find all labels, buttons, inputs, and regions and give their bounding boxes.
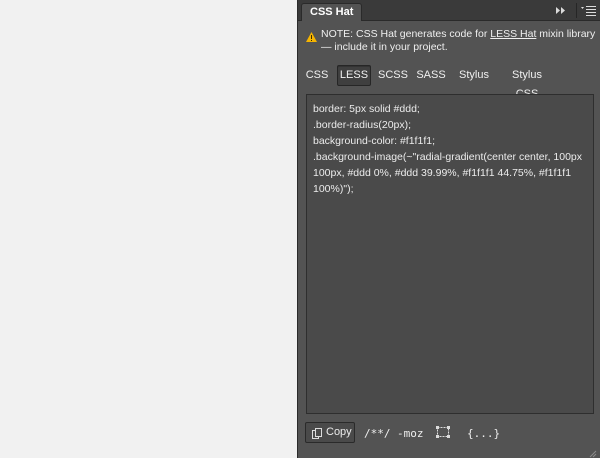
panel-titlebar: CSS Hat <box>298 0 600 21</box>
bottom-drag-handle[interactable] <box>437 451 461 455</box>
double-chevron-right-icon[interactable] <box>554 4 568 17</box>
code-line: .border-radius(20px); <box>313 119 412 131</box>
tab-css[interactable]: CSS <box>304 65 330 86</box>
selection-frame-icon[interactable] <box>435 425 451 439</box>
less-hat-link[interactable]: LESS Hat <box>490 28 536 40</box>
note-message: NOTE: CSS Hat generates code for LESS Ha… <box>306 28 596 56</box>
copy-button-label: Copy <box>326 426 352 438</box>
design-canvas <box>0 0 297 458</box>
copy-button[interactable]: Copy <box>305 422 355 443</box>
code-line: .background-image(~"radial-gradient(cent… <box>313 151 585 195</box>
code-line: background-color: #f1f1f1; <box>313 135 435 147</box>
titlebar-divider <box>576 3 577 18</box>
code-line: border: 5px solid #ddd; <box>313 103 420 115</box>
tab-scss[interactable]: SCSS <box>377 65 409 86</box>
vendor-prefix-toggle[interactable]: -moz <box>397 427 424 440</box>
code-output-area[interactable]: border: 5px solid #ddd; .border-radius(2… <box>306 94 594 414</box>
tab-stylus[interactable]: Stylus <box>454 65 494 86</box>
copy-icon <box>312 427 322 439</box>
comments-toggle[interactable]: /**/ <box>364 427 391 440</box>
tab-stylus-css[interactable]: Stylus CSS <box>499 65 555 100</box>
panel-title-tab[interactable]: CSS Hat <box>301 3 363 21</box>
tab-less[interactable]: LESS <box>337 65 371 86</box>
bottom-toolbar: Copy /**/ -moz {...} <box>297 418 600 458</box>
braces-toggle[interactable]: {...} <box>467 427 500 440</box>
resize-grip-icon[interactable] <box>589 445 597 458</box>
note-text: NOTE: CSS Hat generates code for LESS Ha… <box>321 28 596 54</box>
tab-sass[interactable]: SASS <box>415 65 447 86</box>
note-prefix: NOTE: CSS Hat generates code for <box>321 28 491 40</box>
panel-menu-icon[interactable] <box>581 5 596 16</box>
warning-icon <box>306 29 317 42</box>
